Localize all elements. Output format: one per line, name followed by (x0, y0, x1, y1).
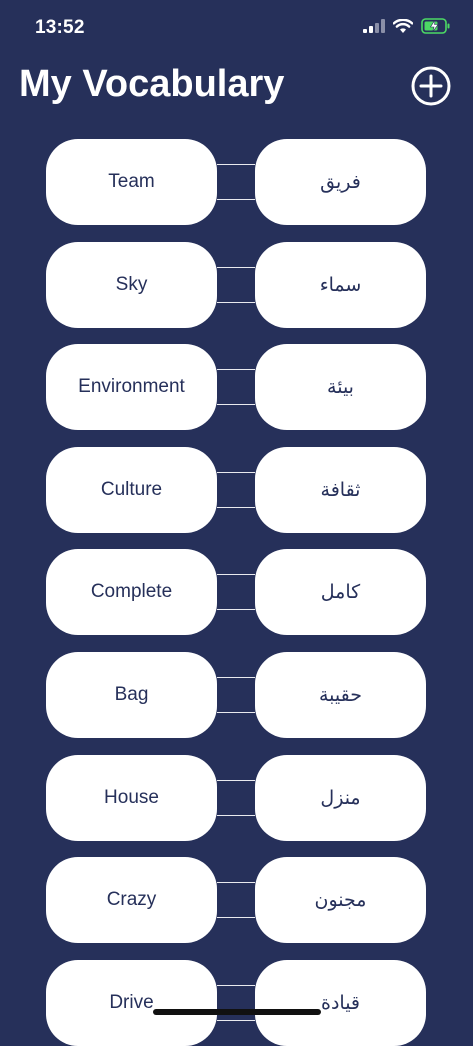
arabic-word-card[interactable]: سماء (255, 242, 426, 328)
connector-line (217, 882, 255, 883)
connector-line (217, 472, 255, 473)
connector-line (217, 369, 255, 370)
english-word-card[interactable]: Crazy (46, 857, 217, 943)
english-word-card[interactable]: Culture (46, 447, 217, 533)
vocabulary-row: Bag حقيبة (46, 652, 427, 738)
status-time: 13:52 (35, 17, 85, 38)
connector-line (217, 302, 255, 303)
vocabulary-row: Team فريق (46, 139, 427, 225)
arabic-word-card[interactable]: كامل (255, 549, 426, 635)
connector-line (217, 199, 255, 200)
connector-line (217, 609, 255, 610)
vocabulary-row: Sky سماء (46, 242, 427, 328)
arabic-word-card[interactable]: مجنون (255, 857, 426, 943)
page-title: My Vocabulary (19, 63, 285, 105)
vocabulary-row: Culture ثقافة (46, 447, 427, 533)
arabic-word-card[interactable]: فريق (255, 139, 426, 225)
connector-line (217, 507, 255, 508)
connector-line (217, 712, 255, 713)
arabic-word-card[interactable]: منزل (255, 755, 426, 841)
vocabulary-row: House منزل (46, 755, 427, 841)
connector-line (217, 404, 255, 405)
english-word-card[interactable]: Drive (46, 960, 217, 1046)
arabic-word-card[interactable]: قيادة (255, 960, 426, 1046)
connector-line (217, 1020, 255, 1021)
connector-line (217, 267, 255, 268)
header: My Vocabulary (0, 58, 473, 118)
add-word-button[interactable] (411, 66, 451, 106)
vocabulary-row: Complete كامل (46, 549, 427, 635)
connector-line (217, 677, 255, 678)
connector-line (217, 815, 255, 816)
arabic-word-card[interactable]: ثقافة (255, 447, 426, 533)
arabic-word-card[interactable]: بيئة (255, 344, 426, 430)
connector-line (217, 780, 255, 781)
status-icons (363, 18, 451, 34)
home-indicator[interactable] (153, 1009, 321, 1015)
battery-charging-icon (421, 18, 450, 34)
connector-line (217, 917, 255, 918)
vocabulary-row: Environment بيئة (46, 344, 427, 430)
status-bar: 13:52 (0, 0, 473, 56)
vocabulary-row: Drive قيادة (46, 960, 427, 1046)
arabic-word-card[interactable]: حقيبة (255, 652, 426, 738)
english-word-card[interactable]: Team (46, 139, 217, 225)
english-word-card[interactable]: Sky (46, 242, 217, 328)
english-word-card[interactable]: Environment (46, 344, 217, 430)
connector-line (217, 985, 255, 986)
connector-line (217, 574, 255, 575)
english-word-card[interactable]: Bag (46, 652, 217, 738)
vocabulary-row: Crazy مجنون (46, 857, 427, 943)
wifi-icon (393, 18, 413, 33)
signal-icon (363, 19, 385, 33)
english-word-card[interactable]: Complete (46, 549, 217, 635)
connector-line (217, 164, 255, 165)
english-word-card[interactable]: House (46, 755, 217, 841)
